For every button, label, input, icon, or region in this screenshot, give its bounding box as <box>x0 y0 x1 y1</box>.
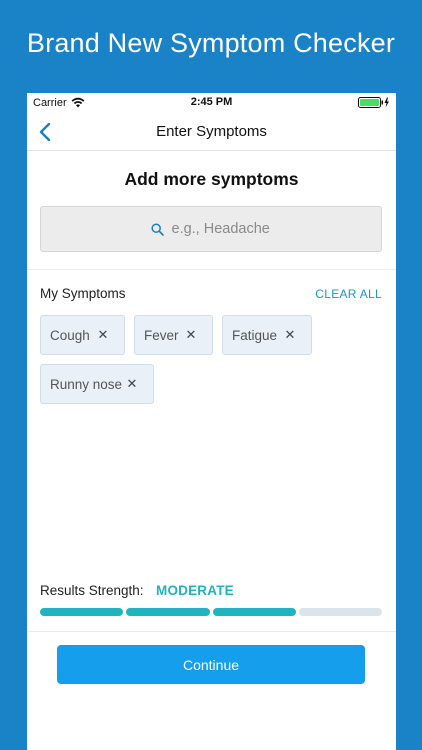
results-strength-label: Results Strength: <box>40 583 144 598</box>
status-bar: Carrier 2:45 PM <box>27 93 396 113</box>
navigation-bar: Enter Symptoms <box>27 113 396 151</box>
section-title: Add more symptoms <box>124 169 299 189</box>
remove-icon[interactable]: ✕ <box>96 328 110 342</box>
results-strength-value: MODERATE <box>156 583 234 598</box>
results-strength-bar <box>40 608 382 616</box>
divider <box>27 631 396 632</box>
symptom-chip-label: Cough <box>50 327 90 343</box>
phone-screen: Carrier 2:45 PM Enter Symptoms Add more … <box>27 93 396 750</box>
symptom-chip-cough: Cough ✕ <box>40 315 125 355</box>
search-box[interactable] <box>40 206 382 252</box>
remove-icon[interactable]: ✕ <box>184 328 198 342</box>
symptom-chip-fatigue: Fatigue ✕ <box>222 315 312 355</box>
search-input[interactable] <box>171 221 272 237</box>
remove-icon[interactable]: ✕ <box>125 377 139 391</box>
strength-segment-empty <box>298 608 382 616</box>
strength-segment-filled <box>40 608 124 616</box>
battery-charging-icon <box>358 97 389 108</box>
status-time: 2:45 PM <box>190 96 233 108</box>
symptom-chip-label: Fever <box>144 327 179 343</box>
symptom-chip-label: Fatigue <box>232 327 278 343</box>
my-symptoms-label: My Symptoms <box>40 286 126 301</box>
divider <box>27 269 396 270</box>
headline: Brand New Symptom Checker <box>26 28 396 58</box>
continue-button[interactable]: Continue <box>57 645 365 684</box>
nav-title: Enter Symptoms <box>156 123 267 140</box>
symptom-chip-runny-nose: Runny nose ✕ <box>40 364 154 404</box>
remove-icon[interactable]: ✕ <box>283 328 297 342</box>
symptom-chip-label: Runny nose <box>50 376 123 392</box>
search-icon <box>150 222 164 236</box>
clear-all-button[interactable]: CLEAR ALL <box>315 287 382 301</box>
symptom-chip-fever: Fever ✕ <box>134 315 213 355</box>
strength-segment-filled <box>126 608 210 616</box>
strength-segment-filled <box>212 608 296 616</box>
